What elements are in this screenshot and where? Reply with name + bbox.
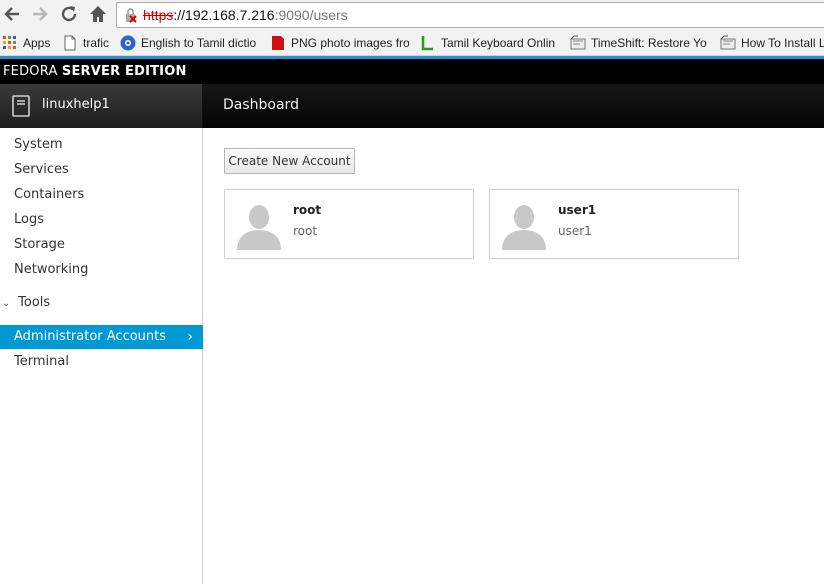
- sidebar-item-label: Administrator Accounts: [14, 329, 167, 344]
- brand-title: FEDORA SERVER EDITION: [3, 64, 187, 79]
- user-avatar-icon: [500, 202, 548, 250]
- url-host: ://192.168.7.216: [173, 7, 275, 23]
- home-icon[interactable]: [87, 3, 109, 25]
- sidebar: System Services Containers Logs Storage …: [0, 128, 203, 584]
- bookmark-label: Apps: [23, 36, 51, 50]
- reload-icon[interactable]: [58, 3, 80, 25]
- sidebar-item-networking[interactable]: Networking: [0, 258, 203, 282]
- bookmark-english-tamil[interactable]: English to Tamil dictio: [120, 34, 260, 52]
- server-icon: [11, 95, 31, 117]
- timeshift-icon: [570, 35, 586, 51]
- sidebar-item-terminal[interactable]: Terminal: [0, 350, 203, 374]
- sidebar-item-logs[interactable]: Logs: [0, 208, 203, 232]
- account-login: user1: [558, 224, 592, 238]
- sidebar-tools-label: Tools: [18, 295, 51, 310]
- bookmark-apps[interactable]: Apps: [2, 34, 54, 52]
- account-card-root[interactable]: root root: [224, 189, 474, 259]
- url-text: https://192.168.7.216:9090/users: [143, 7, 348, 23]
- user-avatar-icon: [235, 202, 283, 250]
- bookmark-label: English to Tamil dictio: [141, 36, 257, 50]
- png-icon: [270, 35, 286, 51]
- bookmark-label: How To Install L: [741, 36, 824, 50]
- sidebar-item-storage[interactable]: Storage: [0, 233, 203, 257]
- host-selector[interactable]: linuxhelp1: [0, 84, 203, 128]
- bookmark-trafic[interactable]: trafic: [62, 34, 114, 52]
- keyboard-icon: [420, 35, 436, 51]
- browser-toolbar: https://192.168.7.216:9090/users: [0, 0, 824, 30]
- install-icon: [720, 35, 736, 51]
- sidebar-item-containers[interactable]: Containers: [0, 183, 203, 207]
- sidebar-tools-toggle[interactable]: ⌄ Tools: [0, 291, 203, 315]
- dashboard-link[interactable]: Dashboard: [223, 97, 299, 113]
- sidebar-item-services[interactable]: Services: [0, 158, 203, 182]
- dictionary-icon: [120, 35, 136, 51]
- bookmark-label: TimeShift: Restore Yo: [591, 36, 707, 50]
- url-scheme: https: [143, 7, 174, 23]
- host-name: linuxhelp1: [42, 97, 110, 112]
- forward-arrow-icon[interactable]: [29, 3, 51, 25]
- chevron-right-icon: ›: [187, 329, 193, 345]
- brand-bold: SERVER EDITION: [61, 64, 187, 79]
- url-path: :9090/users: [274, 7, 348, 23]
- account-full-name: root: [293, 203, 322, 217]
- apps-grid-icon: [2, 35, 18, 51]
- brand-bar: FEDORA SERVER EDITION: [0, 59, 824, 84]
- bookmark-png-images[interactable]: PNG photo images fro: [270, 34, 410, 52]
- page-icon: [62, 35, 78, 51]
- chevron-down-icon: ⌄: [2, 298, 11, 309]
- top-navigation: Dashboard: [203, 84, 824, 128]
- account-full-name: user1: [558, 203, 597, 217]
- bookmark-label: PNG photo images fro: [291, 36, 410, 50]
- bookmark-label: trafic: [83, 36, 110, 50]
- account-login: root: [293, 224, 318, 238]
- account-card-user1[interactable]: user1 user1: [489, 189, 739, 259]
- sidebar-item-system[interactable]: System: [0, 133, 203, 157]
- main-content: Create New Account root root user1 user1: [204, 128, 824, 584]
- sidebar-item-administrator-accounts[interactable]: Administrator Accounts ›: [0, 325, 203, 349]
- insecure-lock-icon[interactable]: [123, 7, 139, 23]
- address-bar[interactable]: https://192.168.7.216:9090/users: [116, 2, 824, 28]
- bookmark-timeshift[interactable]: TimeShift: Restore Yo: [570, 34, 710, 52]
- bookmark-label: Tamil Keyboard Onlin: [441, 36, 556, 50]
- bookmark-tamil-keyboard[interactable]: Tamil Keyboard Onlin: [420, 34, 560, 52]
- create-new-account-button[interactable]: Create New Account: [224, 148, 355, 174]
- bookmark-how-to-install[interactable]: How To Install L: [720, 34, 824, 52]
- brand-light: FEDORA: [3, 64, 62, 79]
- back-arrow-icon[interactable]: [1, 3, 23, 25]
- bookmarks-bar: Apps trafic English to Tamil dictio PNG …: [0, 30, 824, 56]
